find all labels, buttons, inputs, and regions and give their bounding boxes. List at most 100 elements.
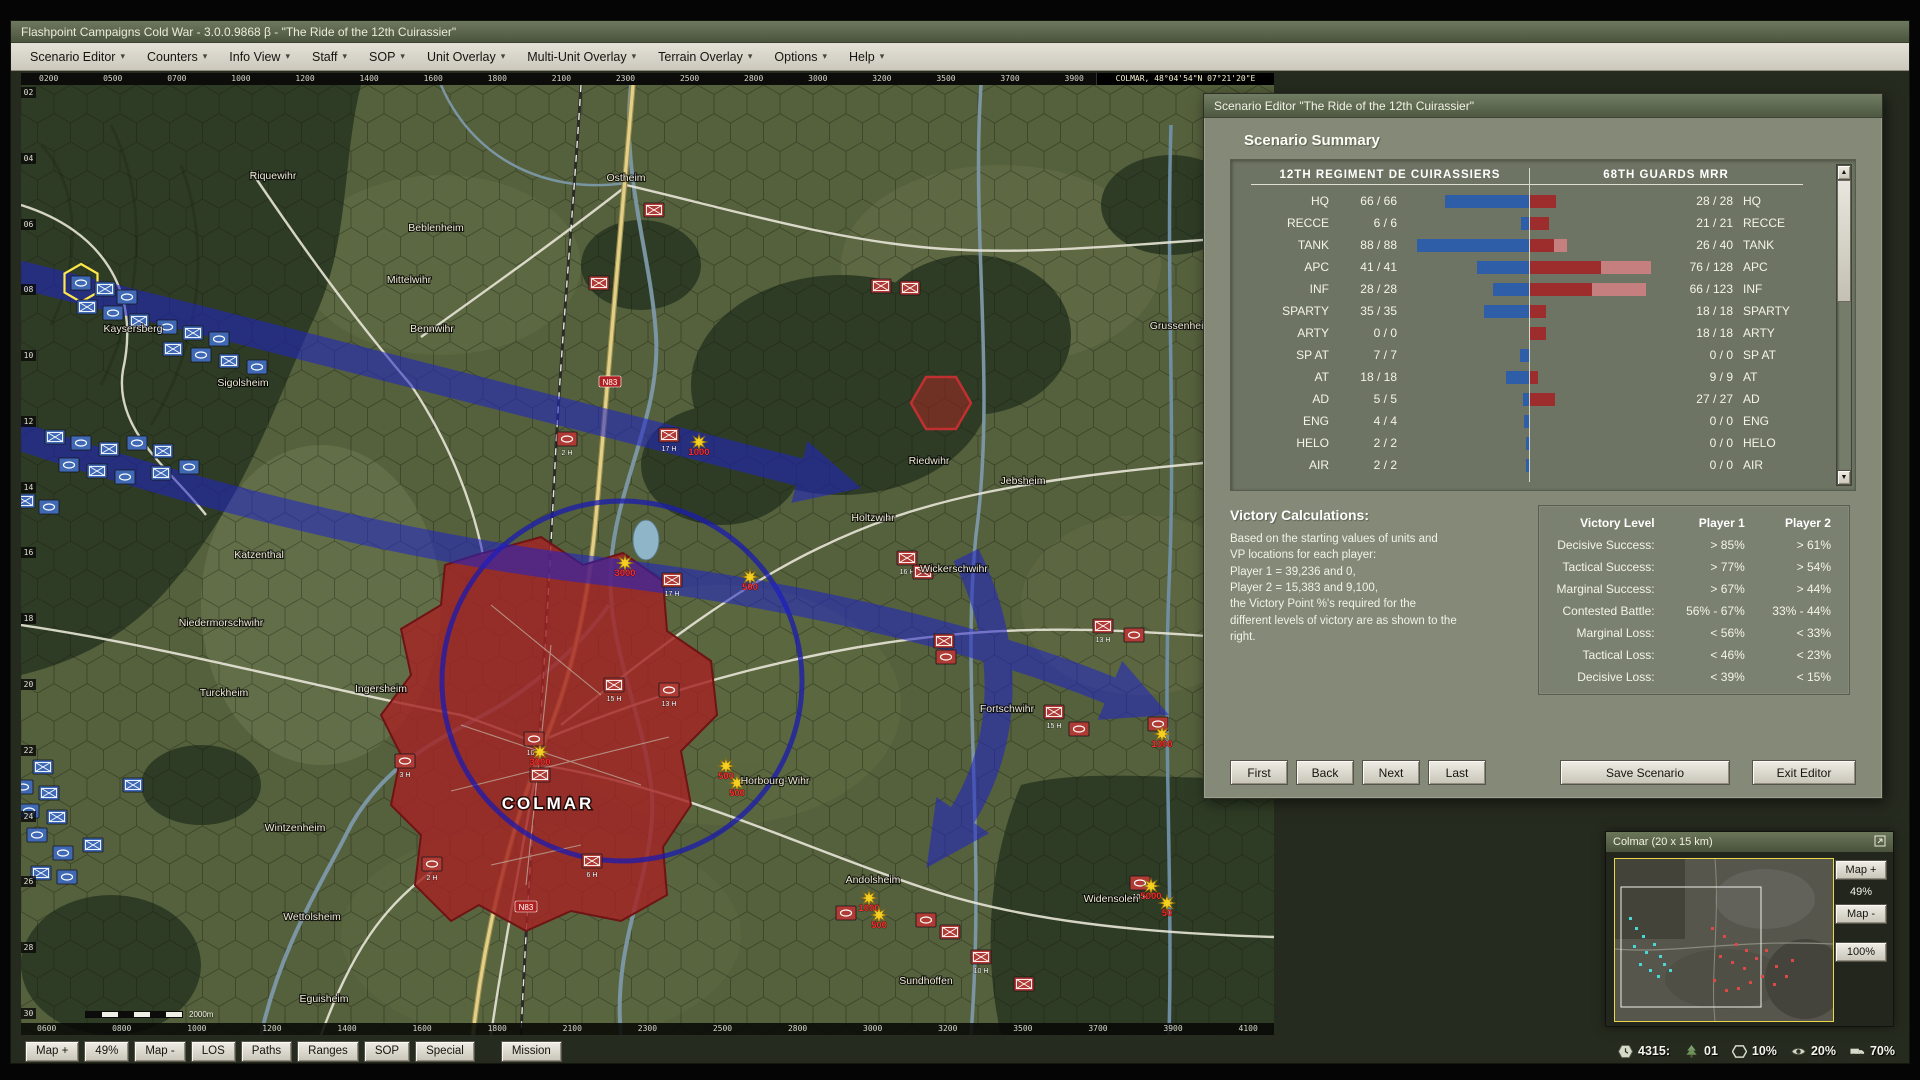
blue-unit-counter[interactable]	[39, 786, 59, 800]
toolbar-button-ranges[interactable]: Ranges	[297, 1041, 359, 1062]
red-unit-counter[interactable]	[1124, 628, 1144, 642]
minimap-map-plus-button[interactable]: Map +	[1835, 860, 1887, 880]
back-button[interactable]: Back	[1296, 760, 1354, 785]
ruler-number: 0800	[112, 1023, 131, 1035]
red-unit-counter[interactable]	[836, 906, 856, 920]
blue-unit-counter[interactable]	[47, 810, 67, 824]
toolbar-button-los[interactable]: LOS	[191, 1041, 236, 1062]
blue-unit-counter[interactable]	[71, 436, 91, 450]
red-unit-counter[interactable]	[1014, 977, 1034, 991]
menu-label: Terrain Overlay	[658, 50, 743, 64]
next-button[interactable]: Next	[1362, 760, 1420, 785]
red-unit-counter[interactable]	[644, 203, 664, 217]
menu-item-options[interactable]: Options▾	[763, 43, 838, 70]
status-value: 4315:	[1638, 1044, 1670, 1058]
menu-item-sop[interactable]: SOP▾	[358, 43, 416, 70]
menu-item-info-view[interactable]: Info View▾	[218, 43, 301, 70]
exit-editor-button[interactable]: Exit Editor	[1752, 760, 1856, 785]
blue-unit-counter[interactable]	[87, 464, 107, 478]
blue-unit-counter[interactable]	[59, 458, 79, 472]
red-unit-counter[interactable]	[871, 279, 891, 293]
red-unit-counter[interactable]: 13 H	[659, 683, 679, 708]
map-canvas[interactable]: 2 H17 H17 H15 H13 H16 H3 H2 H6 H16 H11 H…	[21, 85, 1274, 1035]
toolbar-button-49[interactable]: 49%	[84, 1041, 129, 1062]
blue-unit-counter[interactable]	[103, 306, 123, 320]
red-unit-counter[interactable]	[530, 768, 550, 782]
blue-unit-counter[interactable]	[151, 466, 171, 480]
dialog-titlebar[interactable]: Scenario Editor "The Ride of the 12th Cu…	[1204, 94, 1882, 118]
blue-unit-counter[interactable]	[219, 354, 239, 368]
red-unit-counter[interactable]	[916, 913, 936, 927]
ruler-number: 0500	[103, 73, 122, 85]
blue-unit-counter[interactable]	[247, 360, 267, 374]
menu-item-staff[interactable]: Staff▾	[301, 43, 358, 70]
red-unit-counter[interactable]	[900, 281, 920, 295]
blue-unit-counter[interactable]	[183, 326, 203, 340]
expand-icon[interactable]	[1874, 835, 1886, 850]
blue-unit-counter[interactable]	[123, 778, 143, 792]
red-unit-counter[interactable]	[1069, 722, 1089, 736]
red-unit-counter[interactable]: 10 H	[971, 950, 991, 975]
minimap-map-minus-button[interactable]: Map -	[1835, 904, 1887, 924]
blue-unit-counter[interactable]	[99, 442, 119, 456]
svg-text:500: 500	[729, 788, 745, 799]
red-unit-counter[interactable]	[940, 925, 960, 939]
red-unit-counter[interactable]: 15 H	[1044, 705, 1064, 730]
right-category-label: SP AT	[1733, 348, 1803, 362]
menu-item-multiminusunit-overlay[interactable]: Multi-Unit Overlay▾	[516, 43, 647, 70]
toolbar-button-map-plus[interactable]: Map +	[25, 1041, 79, 1062]
toolbar-button-paths[interactable]: Paths	[241, 1041, 292, 1062]
blue-unit-counter[interactable]	[117, 290, 137, 304]
mission-button[interactable]: Mission	[501, 1041, 562, 1062]
blue-unit-counter[interactable]	[163, 342, 183, 356]
status-item: 4315:	[1618, 1044, 1670, 1059]
blue-unit-counter[interactable]	[77, 300, 97, 314]
minimap-titlebar[interactable]: Colmar (20 x 15 km)	[1606, 832, 1893, 852]
first-button[interactable]: First	[1230, 760, 1288, 785]
blue-unit-counter[interactable]	[179, 460, 199, 474]
blue-unit-counter[interactable]	[57, 870, 77, 884]
scrollbar-track[interactable]	[1837, 180, 1851, 470]
minimap-image[interactable]	[1614, 858, 1834, 1022]
summary-scrollbar[interactable]: ▲ ▼	[1836, 164, 1852, 486]
blue-unit-counter[interactable]	[53, 846, 73, 860]
menu-item-help[interactable]: Help▾	[838, 43, 895, 70]
toolbar-button-map-minus[interactable]: Map -	[134, 1041, 185, 1062]
scrollbar-thumb[interactable]	[1837, 180, 1851, 302]
blue-unit-counter[interactable]	[115, 470, 135, 484]
map-viewport[interactable]: 0200050007001000120014001600180021002300…	[21, 73, 1274, 1035]
red-unit-counter[interactable]: 17 H	[662, 573, 682, 598]
blue-unit-counter[interactable]	[153, 444, 173, 458]
scrollbar-down-icon[interactable]: ▼	[1837, 470, 1851, 485]
red-unit-counter[interactable]	[589, 276, 609, 290]
minimap-enemy-dot	[1737, 987, 1740, 990]
red-unit-counter[interactable]	[936, 650, 956, 664]
blue-unit-counter[interactable]	[39, 500, 59, 514]
scrollbar-up-icon[interactable]: ▲	[1837, 165, 1851, 180]
minimap-enemy-dot	[1723, 935, 1726, 938]
victory-table-header: Victory LevelPlayer 1Player 2	[1549, 512, 1839, 534]
blue-unit-counter[interactable]	[95, 282, 115, 296]
blue-unit-counter[interactable]	[191, 348, 211, 362]
menu-item-counters[interactable]: Counters▾	[136, 43, 218, 70]
blue-unit-counter[interactable]	[127, 436, 147, 450]
minimap-full-zoom-button[interactable]: 100%	[1835, 942, 1887, 962]
svg-text:500: 500	[718, 771, 734, 782]
toolbar-button-sop[interactable]: SOP	[364, 1041, 410, 1062]
toolbar-button-special[interactable]: Special	[415, 1041, 475, 1062]
blue-unit-counter[interactable]	[209, 332, 229, 346]
menu-item-unit-overlay[interactable]: Unit Overlay▾	[416, 43, 516, 70]
last-button[interactable]: Last	[1428, 760, 1486, 785]
red-unit-counter[interactable]: 13 H	[1093, 619, 1113, 644]
save-scenario-button[interactable]: Save Scenario	[1560, 760, 1730, 785]
left-category-label: HELO	[1251, 436, 1337, 450]
victory-cell: < 23%	[1753, 648, 1839, 662]
town-label: Sigolsheim	[217, 377, 269, 389]
blue-unit-counter[interactable]	[83, 838, 103, 852]
blue-unit-counter[interactable]	[71, 276, 91, 290]
menu-item-scenario-editor[interactable]: Scenario Editor▾	[19, 43, 136, 70]
red-unit-counter[interactable]: 17 H	[659, 428, 679, 453]
red-unit-counter[interactable]: 15 H	[604, 678, 624, 703]
menu-item-terrain-overlay[interactable]: Terrain Overlay▾	[647, 43, 763, 70]
blue-unit-counter[interactable]	[45, 430, 65, 444]
